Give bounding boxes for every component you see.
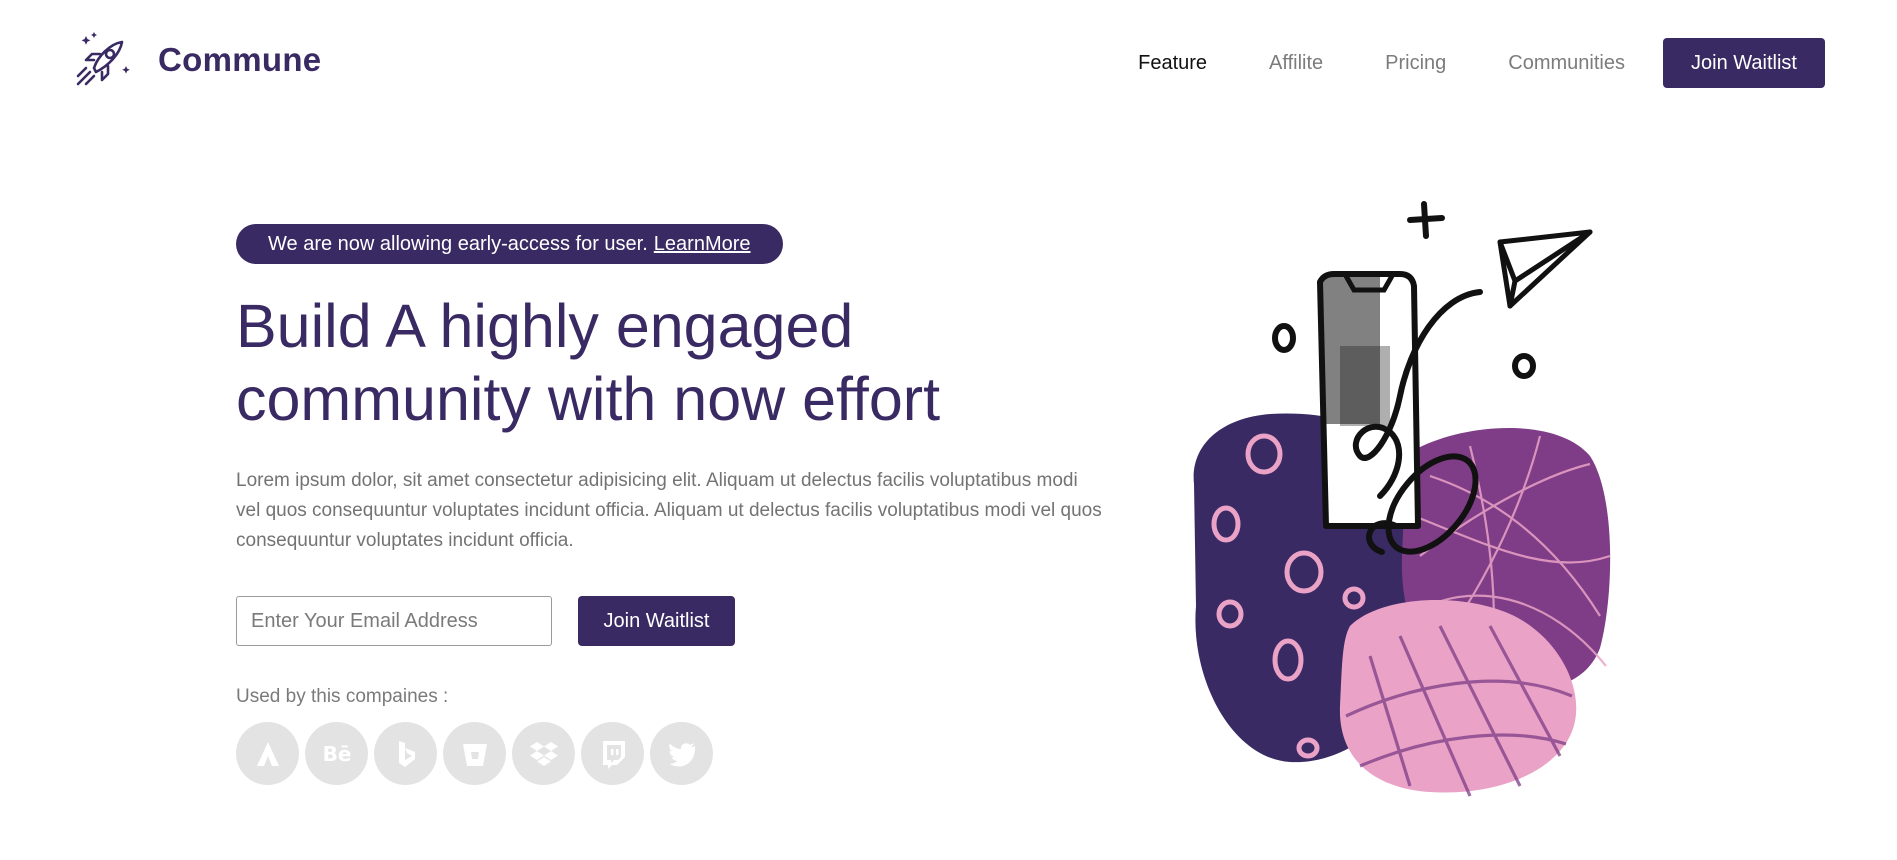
hero-section: We are now allowing early-access for use…	[236, 224, 1116, 785]
svg-text:Bē: Bē	[322, 742, 351, 766]
nav-pricing[interactable]: Pricing	[1385, 52, 1446, 75]
main-nav: Feature Affilite Pricing Communities Joi…	[1138, 38, 1825, 88]
bing-icon[interactable]	[374, 722, 437, 785]
brand-name: Commune	[158, 41, 322, 78]
bitbucket-icon[interactable]	[443, 722, 506, 785]
companies-label: Used by this compaines :	[236, 686, 449, 707]
join-waitlist-button[interactable]: Join Waitlist	[578, 596, 735, 646]
hero-description: Lorem ipsum dolor, sit amet consectetur …	[236, 470, 1102, 551]
company-logos: Bē	[236, 722, 1116, 785]
nav-communities[interactable]: Communities	[1508, 52, 1625, 75]
twitter-icon[interactable]	[650, 722, 713, 785]
nav-affilite[interactable]: Affilite	[1269, 52, 1323, 75]
announcement-text: We are now allowing early-access for use…	[268, 232, 648, 255]
announcement-pill: We are now allowing early-access for use…	[236, 224, 783, 264]
brand-logo[interactable]: Commune	[72, 30, 321, 90]
behance-icon[interactable]: Bē	[305, 722, 368, 785]
rocket-icon	[76, 32, 130, 86]
header-join-waitlist-button[interactable]: Join Waitlist	[1663, 38, 1825, 88]
community-illustration	[1193, 201, 1611, 797]
dropbox-icon[interactable]	[512, 722, 575, 785]
site-header: Commune Feature Affilite Pricing Communi…	[0, 0, 1897, 126]
learn-more-link[interactable]: LearnMore	[654, 233, 751, 256]
hero-headline: Build A highly engaged community with no…	[236, 292, 941, 433]
twitch-icon[interactable]	[581, 722, 644, 785]
email-input[interactable]	[236, 596, 552, 646]
nav-feature[interactable]: Feature	[1138, 52, 1207, 75]
signup-form: Join Waitlist	[236, 596, 1116, 646]
atlassian-icon[interactable]	[236, 722, 299, 785]
